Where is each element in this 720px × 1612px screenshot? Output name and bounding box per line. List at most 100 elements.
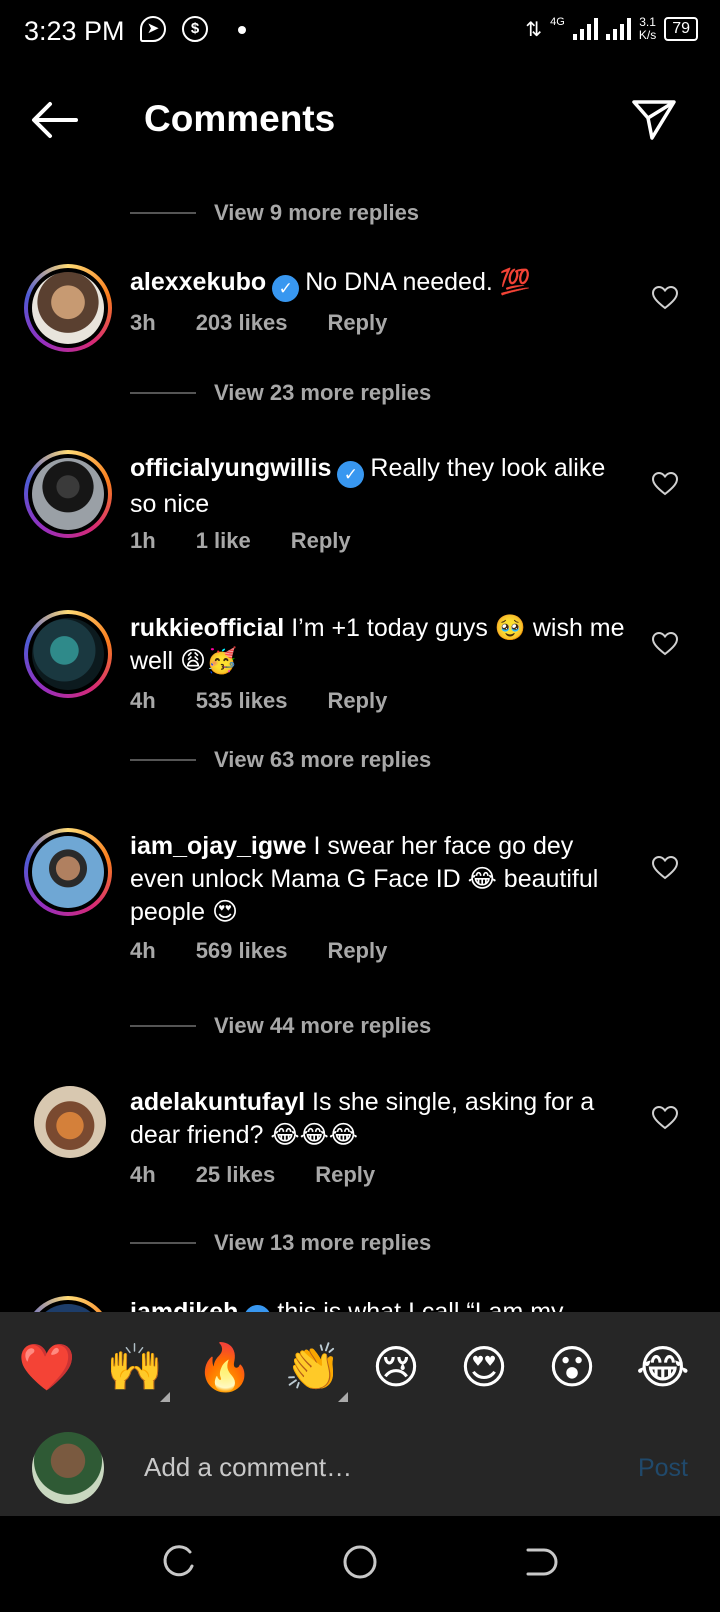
dollar-icon: $ [182, 16, 208, 42]
verified-badge-icon: ✓ [244, 1305, 272, 1312]
comment-username[interactable]: rukkieofficial [130, 614, 284, 642]
comment-text: alexxekubo ✓ No DNA needed. 💯 [130, 266, 630, 302]
post-button[interactable]: Post [638, 1454, 688, 1483]
variant-indicator-icon [338, 1392, 348, 1402]
comment-likes[interactable]: 25 likes [196, 1162, 276, 1188]
comment-time: 4h [130, 688, 156, 713]
divider [130, 212, 196, 214]
system-nav-bar [0, 1516, 720, 1612]
avatar[interactable] [24, 264, 112, 352]
view-more-replies[interactable]: View 44 more replies [130, 1011, 431, 1041]
view-more-replies[interactable]: View 23 more replies [130, 378, 431, 408]
comment-meta: 1h 1 like Reply [130, 528, 391, 554]
view-more-replies[interactable]: View 13 more replies [130, 1228, 431, 1258]
reply-button[interactable]: Reply [327, 310, 387, 336]
status-bar: 3:23 PM ➤ $ ⇅ 4G 3.1 K/s 79 [0, 0, 720, 66]
status-right: ⇅ 4G 3.1 K/s 79 [525, 16, 698, 42]
recent-apps-icon[interactable] [162, 1544, 198, 1580]
signal-icon [572, 18, 598, 40]
view-more-label[interactable]: View 44 more replies [214, 1013, 431, 1039]
verified-badge-icon: ✓ [337, 461, 365, 488]
crying-emoji-icon[interactable]: 😢 [372, 1340, 420, 1394]
comment-meta: 3h 203 likes Reply [130, 310, 427, 336]
comment-username[interactable]: alexxekubo [130, 268, 266, 296]
view-more-label[interactable]: View 63 more replies [214, 747, 431, 773]
comment-time: 3h [130, 310, 156, 335]
speed-unit: K/s [638, 28, 657, 42]
heart-emoji-icon[interactable]: ❤️ [18, 1340, 75, 1394]
heart-eyes-emoji-icon[interactable]: 😍 [460, 1340, 508, 1394]
view-more-label[interactable]: View 23 more replies [214, 380, 431, 406]
comment-username[interactable]: iamdikeh [130, 1298, 238, 1312]
avatar[interactable] [24, 828, 112, 916]
notification-dot [238, 26, 246, 34]
variant-indicator-icon [160, 1392, 170, 1402]
view-more-replies[interactable]: View 63 more replies [130, 745, 431, 775]
signal-2-icon [605, 18, 631, 40]
comment-body: No DNA needed. 💯 [305, 268, 531, 296]
comment-text: officialyungwillis ✓ Really they look alik… [130, 452, 630, 521]
back-nav-icon[interactable] [522, 1544, 558, 1580]
comment-likes[interactable]: 203 likes [196, 310, 288, 336]
home-icon[interactable] [342, 1544, 378, 1580]
comment-text: rukkieofficial I’m +1 today guys 🥹 wish … [130, 612, 630, 678]
reply-button[interactable]: Reply [291, 528, 351, 554]
comment-body: this is what I call “I am my [277, 1298, 564, 1312]
view-more-label[interactable]: View 13 more replies [214, 1230, 431, 1256]
comment-likes[interactable]: 1 like [196, 528, 251, 554]
header: Comments [0, 80, 720, 160]
comment-time: 4h [130, 938, 156, 963]
verified-badge-icon: ✓ [272, 275, 300, 302]
heart-icon[interactable] [652, 472, 678, 496]
divider [130, 759, 196, 761]
comment-likes[interactable]: 535 likes [196, 688, 288, 714]
network-type: 4G [550, 16, 565, 28]
comment-username[interactable]: adelakuntufayl [130, 1088, 305, 1116]
status-time: 3:23 PM [24, 16, 125, 46]
heart-icon[interactable] [652, 286, 678, 310]
view-more-label[interactable]: View 9 more replies [214, 200, 419, 226]
comment-meta: 4h 569 likes Reply [130, 938, 427, 964]
app-notification-icon: ➤ [140, 16, 166, 42]
paper-plane-icon[interactable] [630, 96, 678, 144]
divider [130, 1242, 196, 1244]
network-speed: 3.1 K/s [639, 16, 656, 42]
avatar[interactable] [30, 1082, 110, 1162]
heart-icon[interactable] [652, 1106, 678, 1130]
comment-input[interactable] [144, 1452, 584, 1483]
arrow-left-icon[interactable] [30, 98, 80, 142]
reply-button[interactable]: Reply [327, 938, 387, 964]
avatar[interactable] [24, 450, 112, 538]
comment-time: 1h [130, 528, 156, 553]
comment-text: iam_ojay_igwe I swear her face go dey ev… [130, 830, 630, 929]
laughing-emoji-icon[interactable]: 😂 [636, 1340, 690, 1394]
comment-likes[interactable]: 569 likes [196, 938, 288, 964]
heart-icon[interactable] [652, 632, 678, 656]
comment-meta: 4h 535 likes Reply [130, 688, 427, 714]
view-more-replies[interactable]: View 9 more replies [130, 198, 419, 228]
comment-item: iamdikeh ✓ this is what I call “I am my [0, 1294, 720, 1312]
comment-username[interactable]: officialyungwillis [130, 454, 331, 482]
fire-emoji-icon[interactable]: 🔥 [196, 1340, 253, 1394]
avatar[interactable] [24, 1296, 112, 1312]
reply-button[interactable]: Reply [315, 1162, 375, 1188]
reply-button[interactable]: Reply [327, 688, 387, 714]
page-title: Comments [144, 98, 336, 139]
heart-icon[interactable] [652, 856, 678, 880]
comment-username[interactable]: iam_ojay_igwe [130, 832, 306, 860]
comment-composer: Post [0, 1428, 720, 1516]
divider [130, 392, 196, 394]
clapping-emoji-icon[interactable]: 👏 [284, 1340, 341, 1394]
my-avatar [32, 1432, 104, 1504]
divider [130, 1025, 196, 1027]
comment-text: iamdikeh ✓ this is what I call “I am my [130, 1296, 630, 1312]
data-transfer-icon: ⇅ [525, 18, 543, 41]
surprised-emoji-icon[interactable]: 😮 [548, 1340, 596, 1394]
comment-meta: 4h 25 likes Reply [130, 1162, 415, 1188]
comment-text: adelakuntufayl Is she single, asking for… [130, 1086, 630, 1152]
avatar[interactable] [24, 610, 112, 698]
battery-icon: 79 [664, 17, 698, 41]
comment-time: 4h [130, 1162, 156, 1187]
battery-level: 79 [672, 20, 690, 37]
raising-hands-emoji-icon[interactable]: 🙌 [106, 1340, 163, 1394]
